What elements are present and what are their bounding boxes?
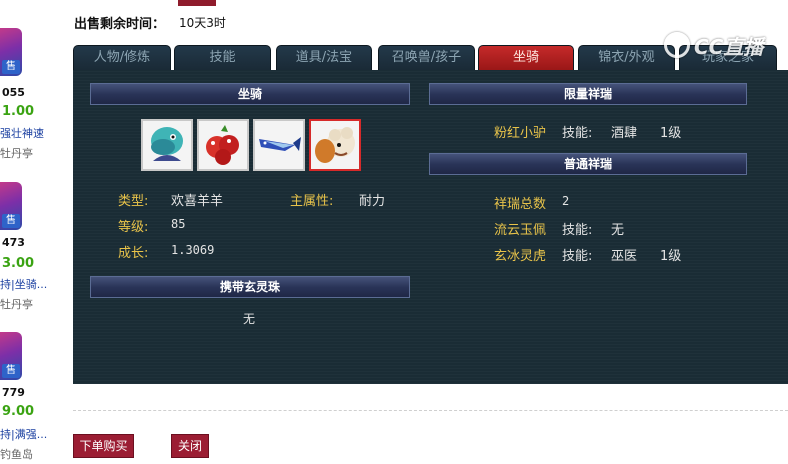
- sale-time-value: 10天3时: [179, 16, 226, 30]
- listing-desc[interactable]: 持|坐骑...: [0, 276, 47, 292]
- limited-item-name: 粉红小驴: [494, 126, 547, 141]
- xuanling-section-header: 携带玄灵珠: [90, 276, 410, 298]
- listing-seller: 牡丹亭: [0, 147, 33, 160]
- listing-price: 3.00: [2, 256, 35, 271]
- listing-id: 473: [2, 236, 25, 249]
- listing-card[interactable]: 售 055 1.00 强壮神速 牡丹亭: [0, 22, 62, 160]
- sale-time-label: 出售剩余时间：: [74, 17, 166, 32]
- mount-slot-2[interactable]: [197, 119, 249, 171]
- limited-item-skill-label: 技能:: [562, 126, 593, 141]
- watermark-text: CC直播: [694, 34, 764, 59]
- listing-seller: 钓鱼岛: [0, 448, 33, 461]
- listing-price: 9.00: [2, 404, 35, 419]
- red-beast-mount-icon: [206, 125, 239, 165]
- buy-button[interactable]: 下单购买: [73, 434, 134, 458]
- listing-id: 779: [2, 386, 25, 399]
- listing-id: 055: [2, 86, 25, 99]
- limited-xiangrui-header: 限量祥瑞: [429, 83, 747, 105]
- listing-thumbnail[interactable]: 售: [0, 332, 22, 380]
- sale-stamp: 售: [2, 364, 20, 378]
- teal-beast-mount-icon: [151, 127, 183, 161]
- close-button[interactable]: 关闭: [171, 434, 209, 458]
- growth-label: 成长:: [118, 246, 149, 261]
- mount-slot-1[interactable]: [141, 119, 193, 171]
- tab-items[interactable]: 道具/法宝: [276, 45, 372, 70]
- mount-slot-4-selected[interactable]: [309, 119, 361, 171]
- listing-card[interactable]: 售 779 9.00 持|满强... 钓鱼岛: [0, 328, 62, 463]
- listing-thumbnail[interactable]: 售: [0, 182, 22, 230]
- limited-item-level: 1级: [660, 126, 682, 141]
- xiangrui-total-label: 祥瑞总数: [494, 197, 547, 212]
- listing-seller: 牡丹亭: [0, 298, 33, 311]
- main-attr-label: 主属性:: [290, 194, 334, 209]
- cc-logo-icon: [664, 32, 690, 58]
- blue-fish-mount-icon: [259, 137, 301, 151]
- normal-item-name: 流云玉佩: [494, 223, 547, 238]
- cc-watermark: CC直播: [664, 30, 763, 60]
- tab-outfits[interactable]: 锦衣/外观: [578, 45, 675, 70]
- listing-card[interactable]: 售 473 3.00 持|坐骑... 牡丹亭: [0, 178, 62, 313]
- sheep-mount-icon: [315, 127, 355, 163]
- normal-item-name: 玄冰灵虎: [494, 249, 547, 264]
- main-attr-value: 耐力: [359, 194, 386, 209]
- tab-mounts[interactable]: 坐骑: [478, 45, 574, 70]
- normal-item-skill-label: 技能:: [562, 223, 593, 238]
- normal-item-skill: 无: [611, 223, 625, 238]
- type-value: 欢喜羊羊: [171, 194, 224, 209]
- level-value: 85: [171, 217, 186, 231]
- xiangrui-total-value: 2: [562, 194, 570, 208]
- tab-character[interactable]: 人物/修炼: [73, 45, 171, 70]
- listing-price: 1.00: [2, 104, 35, 119]
- xuanling-value: 无: [243, 312, 256, 326]
- normal-item-skill: 巫医: [611, 249, 638, 264]
- mount-detail-panel: 坐骑 类型: 欢喜羊羊 主属性: 耐力 等级: 85 成长: 1.3069 携带…: [73, 70, 788, 384]
- top-button-remnant[interactable]: [178, 0, 216, 6]
- growth-value: 1.3069: [171, 243, 215, 257]
- mount-section-header: 坐骑: [90, 83, 410, 105]
- left-listing-strip: 售 055 1.00 强壮神速 牡丹亭 售 473 3.00 持|坐骑... 牡…: [0, 0, 62, 464]
- normal-xiangrui-header: 普通祥瑞: [429, 153, 747, 175]
- type-label: 类型:: [118, 194, 149, 209]
- mount-slot-3[interactable]: [253, 119, 305, 171]
- normal-item-level: 1级: [660, 249, 682, 264]
- sale-stamp: 售: [2, 214, 20, 228]
- listing-desc[interactable]: 持|满强...: [0, 426, 47, 442]
- tab-skills[interactable]: 技能: [174, 45, 271, 70]
- section-divider: [73, 410, 788, 411]
- level-label: 等级:: [118, 220, 149, 235]
- normal-item-skill-label: 技能:: [562, 249, 593, 264]
- listing-desc[interactable]: 强壮神速: [0, 125, 44, 141]
- limited-item-skill: 酒肆: [611, 126, 638, 141]
- tab-pets[interactable]: 召唤兽/孩子: [378, 45, 475, 70]
- sale-stamp: 售: [2, 60, 20, 74]
- listing-thumbnail[interactable]: 售: [0, 28, 22, 76]
